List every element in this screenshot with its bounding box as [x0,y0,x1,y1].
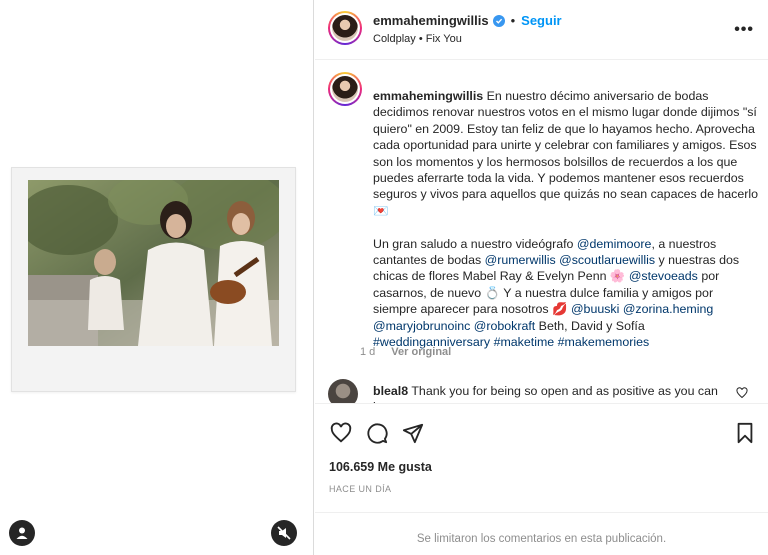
avatar[interactable] [328,11,362,45]
mention-scoutlaruewillis[interactable]: @scoutlaruewillis [559,253,655,267]
user-icon [16,527,28,539]
mention-buuski[interactable]: @buuski [571,302,619,316]
audio-track[interactable]: Coldplay • Fix You [373,33,462,45]
heart-icon[interactable] [329,421,353,445]
follow-button[interactable]: Seguir [521,13,561,28]
comment-body: Thank you for being so open and as posit… [373,384,718,403]
mention-robokraft[interactable]: @robokraft [474,319,535,333]
comments-section[interactable]: emmahemingwillis En nuestro décimo anive… [315,61,768,403]
post-media[interactable] [0,0,314,555]
separator-dot: • [510,13,516,28]
flower-emoji: 🌸 [609,269,626,284]
polaroid-frame [11,167,296,392]
post-actions: 106.659 Me gusta HACE UN DÍA [315,403,768,503]
lips-emoji: 💋 [552,302,568,317]
caption-age[interactable]: 1 d [360,346,375,358]
tagged-users-button[interactable] [9,520,35,546]
caption-paragraph-2: Un gran saludo a nuestro videógrafo [373,236,577,251]
caption-paragraph-1: En nuestro décimo aniversario de bodas d… [373,89,762,202]
post-timestamp[interactable]: HACE UN DÍA [329,484,391,494]
comments-disabled-text: Se limitaron los comentarios en esta pub… [416,533,667,545]
envelope-emoji: 💌 [373,203,389,218]
share-icon[interactable] [401,421,425,445]
comment-like-icon[interactable] [736,387,748,402]
wedding-photo [28,180,279,346]
mute-button[interactable] [271,520,297,546]
post-details-panel: emmahemingwillis • Seguir Coldplay • Fix… [315,0,768,555]
header-user-row: emmahemingwillis • Seguir [373,13,562,28]
mention-rumerwillis[interactable]: @rumerwillis [485,253,556,267]
comment-text: bleal8 Thank you for being so open and a… [373,383,733,403]
caption-text: emmahemingwillis En nuestro décimo anive… [373,88,760,351]
bookmark-icon[interactable] [733,421,757,445]
speaker-muted-icon [277,526,291,540]
caption-meta: 1 d Ver original [360,346,451,358]
caption-avatar[interactable] [328,72,362,106]
verified-badge-icon [492,14,505,27]
caption-username[interactable]: emmahemingwillis [373,89,483,103]
comment-icon[interactable] [365,421,389,445]
mention-zorina-heming[interactable]: @zorina.heming [623,302,713,316]
hashtag-makememories[interactable]: #makememories [558,335,650,349]
ring-emoji: 💍 [484,285,501,300]
post-header: emmahemingwillis • Seguir Coldplay • Fix… [315,0,768,60]
caption-text-7: Beth, David y Sofía [535,318,645,333]
action-icons [329,421,425,445]
mention-stevoeads[interactable]: @stevoeads [629,269,698,283]
header-username[interactable]: emmahemingwillis [373,13,489,28]
comment-username[interactable]: bleal8 [373,384,408,398]
see-original-button[interactable]: Ver original [391,346,451,358]
likes-count[interactable]: 106.659 Me gusta [329,460,432,474]
mention-demimoore[interactable]: @demimoore [577,237,652,251]
hashtag-maketime[interactable]: #maketime [494,335,555,349]
more-options-icon[interactable]: ••• [734,21,754,39]
comments-disabled-notice: Se limitaron los comentarios en esta pub… [315,512,768,555]
comment-avatar[interactable] [328,379,358,403]
mention-maryjobrunoinc[interactable]: @maryjobrunoinc [373,319,470,333]
